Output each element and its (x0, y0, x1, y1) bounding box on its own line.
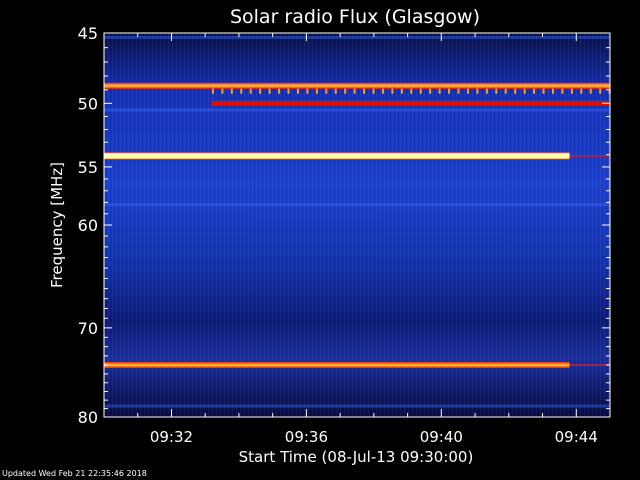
y-axis-label: Frequency [MHz] (48, 162, 66, 288)
burst-tick (268, 88, 271, 94)
faint-band-2 (104, 203, 610, 207)
burst-tick (353, 88, 356, 94)
y-tick-label: 80 (78, 408, 98, 427)
burst-tick (495, 88, 498, 94)
burst-tick (561, 88, 564, 94)
bright-band-tail-1 (569, 154, 610, 157)
burst-tick (448, 88, 451, 94)
x-tick-label: 09:40 (420, 428, 463, 446)
burst-tick (344, 88, 347, 94)
faint-band-0 (104, 35, 610, 39)
x-tick-label: 09:44 (555, 428, 598, 446)
bright-band-1 (104, 152, 570, 160)
burst-tick (306, 88, 309, 94)
burst-tick (391, 88, 394, 94)
y-tick-label: 70 (78, 319, 98, 338)
bright-band-2 (104, 361, 570, 368)
burst-tick (287, 88, 290, 94)
burst-tick (296, 88, 299, 94)
y-tick-label: 60 (78, 216, 98, 235)
y-tick-label: 45 (78, 24, 98, 43)
burst-tick (580, 88, 583, 94)
burst-tick (551, 88, 554, 94)
x-tick-label: 09:32 (150, 428, 193, 446)
burst-tick (466, 88, 469, 94)
faint-band-3 (104, 404, 610, 408)
burst-tick (542, 88, 545, 94)
spectrogram-chart: Solar radio Flux (Glasgow) 455055607080 … (48, 6, 611, 466)
chart-title: Solar radio Flux (Glasgow) (230, 6, 480, 28)
burst-tick (259, 88, 262, 94)
burst-tick (372, 88, 375, 94)
burst-tick (315, 88, 318, 94)
burst-tick (240, 88, 243, 94)
burst-tick (599, 88, 602, 94)
x-axis-label: Start Time (08-Jul-13 09:30:00) (239, 448, 474, 466)
burst-tick (533, 88, 536, 94)
burst-tick (400, 88, 403, 94)
y-tick-label: 50 (78, 94, 98, 113)
burst-tick (363, 88, 366, 94)
burst-tick (570, 88, 573, 94)
burst-tick (419, 88, 422, 94)
burst-tick (334, 88, 337, 94)
burst-tick (278, 88, 281, 94)
burst-tick (429, 88, 432, 94)
updated-timestamp: Updated Wed Feb 21 22:35:46 2018 (2, 469, 147, 478)
y-tick-label: 55 (78, 158, 98, 177)
burst-tick (211, 88, 214, 94)
x-tick-label: 09:36 (285, 428, 328, 446)
burst-tick (523, 88, 526, 94)
burst-tick (410, 88, 413, 94)
burst-tick (514, 88, 517, 94)
burst-tick (381, 88, 384, 94)
burst-tick (504, 88, 507, 94)
bright-band-tail-2 (569, 363, 610, 366)
burst-tick (457, 88, 460, 94)
bright-band-3 (211, 100, 611, 106)
plot-area (103, 32, 611, 418)
burst-tick (221, 88, 224, 94)
burst-tick (476, 88, 479, 94)
burst-tick (485, 88, 488, 94)
burst-tick (438, 88, 441, 94)
burst-tick (325, 88, 328, 94)
faint-band-1 (104, 108, 610, 112)
burst-tick (589, 88, 592, 94)
burst-tick (230, 88, 233, 94)
burst-tick (249, 88, 252, 94)
bright-band-0 (104, 82, 610, 89)
